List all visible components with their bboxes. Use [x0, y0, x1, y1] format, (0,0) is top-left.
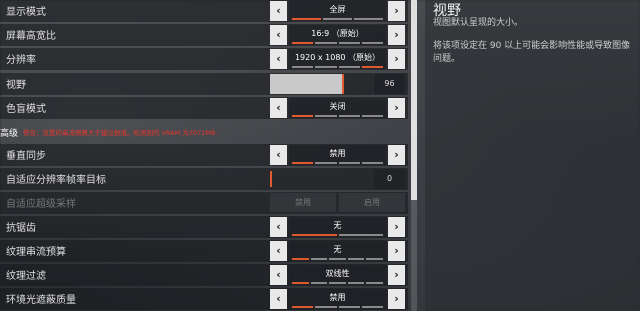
- setting-label: 视野: [6, 80, 26, 91]
- antialiasing-selector[interactable]: ‹ 无 ›: [270, 217, 405, 237]
- texture-budget-selector[interactable]: ‹ 无 ›: [270, 241, 405, 261]
- slider-handle[interactable]: [270, 171, 272, 187]
- fov-slider[interactable]: 96: [270, 74, 405, 94]
- option-indicator: [292, 282, 383, 284]
- setting-display-mode: 显示模式 ‹ 全屏 ›: [0, 0, 408, 22]
- setting-ambient-occlusion: 环境光遮蔽质量 ‹ 禁用 ›: [0, 288, 408, 310]
- setting-value: 16:9 （原始）: [289, 25, 386, 45]
- help-description: 将该项设定在 90 以上可能会影响性能或导致图像问题。: [433, 41, 631, 64]
- chevron-left-icon[interactable]: ‹: [270, 1, 287, 21]
- setting-texture-filter: 纹理过滤 ‹ 双线性 ›: [0, 264, 408, 286]
- slider-fill: [270, 74, 345, 94]
- chevron-left-icon[interactable]: ‹: [270, 217, 287, 237]
- chevron-left-icon[interactable]: ‹: [270, 289, 287, 309]
- setting-label: 环境光遮蔽质量: [6, 295, 76, 306]
- setting-value: 双线性: [289, 265, 386, 285]
- setting-label: 抗锯齿: [6, 223, 36, 234]
- setting-vsync: 垂直同步 ‹ 禁用 ›: [0, 144, 408, 166]
- display-mode-selector[interactable]: ‹ 全屏 ›: [270, 1, 405, 21]
- vram-warning: 警告：设置的串流预算大于建议数值。检测到的 VRAM 为3072MB.: [23, 129, 218, 137]
- setting-label: 屏幕高宽比: [6, 31, 56, 42]
- setting-antialiasing: 抗锯齿 ‹ 无 ›: [0, 216, 408, 238]
- setting-label: 色盲模式: [6, 104, 46, 115]
- setting-label: 显示模式: [6, 7, 46, 18]
- setting-adaptive-supersampling: 自适应超级采样 禁用 启用: [0, 192, 408, 214]
- chevron-right-icon[interactable]: ›: [388, 289, 405, 309]
- setting-value: 无: [289, 241, 386, 261]
- option-indicator: [292, 18, 383, 20]
- help-panel: 视野 视图默认呈现的大小。 将该项设定在 90 以上可能会影响性能或导致图像问题…: [425, 0, 640, 311]
- chevron-right-icon[interactable]: ›: [388, 265, 405, 285]
- setting-value: 禁用: [289, 145, 386, 165]
- chevron-left-icon[interactable]: ‹: [270, 145, 287, 165]
- scrollbar-thumb[interactable]: [411, 0, 417, 200]
- setting-label: 自适应超级采样: [6, 199, 76, 210]
- setting-label: 纹理过滤: [6, 271, 46, 282]
- option-indicator: [292, 234, 383, 236]
- chevron-right-icon[interactable]: ›: [388, 241, 405, 261]
- adaptive-resolution-slider[interactable]: 0: [270, 169, 405, 189]
- setting-value: 关闭: [289, 98, 386, 118]
- resolution-selector[interactable]: ‹ 1920 x 1080 （原始） ›: [270, 49, 405, 69]
- setting-adaptive-resolution: 自适应分辨率帧率目标 0: [0, 168, 408, 190]
- setting-value: 禁用: [289, 289, 386, 309]
- chevron-left-icon[interactable]: ‹: [270, 98, 287, 118]
- setting-value: 全屏: [289, 1, 386, 21]
- texture-filter-selector[interactable]: ‹ 双线性 ›: [270, 265, 405, 285]
- chevron-left-icon[interactable]: ‹: [270, 49, 287, 69]
- option-indicator: [292, 306, 383, 308]
- option-indicator: [292, 258, 383, 260]
- settings-list: 显示模式 ‹ 全屏 › 屏幕高宽比 ‹ 16:9 （原始） › 分辨率 ‹ 19: [0, 0, 410, 311]
- setting-resolution: 分辨率 ‹ 1920 x 1080 （原始） ›: [0, 48, 408, 70]
- chevron-right-icon[interactable]: ›: [388, 217, 405, 237]
- setting-value: 无: [289, 217, 386, 237]
- setting-label: 分辨率: [6, 55, 36, 66]
- setting-value: 1920 x 1080 （原始）: [289, 49, 386, 69]
- aspect-ratio-selector[interactable]: ‹ 16:9 （原始） ›: [270, 25, 405, 45]
- chevron-right-icon[interactable]: ›: [388, 1, 405, 21]
- section-header-advanced: 高级: [0, 129, 19, 139]
- chevron-left-icon[interactable]: ‹: [270, 241, 287, 261]
- chevron-left-icon[interactable]: ‹: [270, 265, 287, 285]
- setting-colorblind: 色盲模式 ‹ 关闭 ›: [0, 97, 408, 119]
- option-indicator: [292, 42, 383, 44]
- chevron-right-icon[interactable]: ›: [388, 49, 405, 69]
- setting-texture-budget: 纹理串流预算 ‹ 无 ›: [0, 240, 408, 262]
- setting-label: 自适应分辨率帧率目标: [6, 175, 106, 186]
- slider-track[interactable]: [270, 169, 372, 189]
- chevron-right-icon[interactable]: ›: [388, 98, 405, 118]
- chevron-left-icon[interactable]: ‹: [270, 25, 287, 45]
- setting-label: 垂直同步: [6, 151, 46, 162]
- ambient-occlusion-selector[interactable]: ‹ 禁用 ›: [270, 289, 405, 309]
- help-subtitle: 视图默认呈现的大小。: [433, 18, 524, 28]
- slider-track[interactable]: [270, 74, 372, 94]
- adaptive-resolution-value[interactable]: 0: [374, 169, 405, 189]
- fov-value[interactable]: 96: [374, 74, 405, 94]
- option-indicator: [292, 162, 383, 164]
- setting-fov: 视野 96: [0, 73, 408, 95]
- chevron-right-icon[interactable]: ›: [388, 145, 405, 165]
- enable-button: 启用: [339, 193, 405, 212]
- colorblind-selector[interactable]: ‹ 关闭 ›: [270, 98, 405, 118]
- vsync-selector[interactable]: ‹ 禁用 ›: [270, 145, 405, 165]
- setting-label: 纹理串流预算: [6, 247, 66, 258]
- disable-button: 禁用: [270, 193, 336, 212]
- option-indicator: [292, 66, 383, 68]
- chevron-right-icon[interactable]: ›: [388, 25, 405, 45]
- option-indicator: [292, 115, 383, 117]
- setting-aspect-ratio: 屏幕高宽比 ‹ 16:9 （原始） ›: [0, 24, 408, 46]
